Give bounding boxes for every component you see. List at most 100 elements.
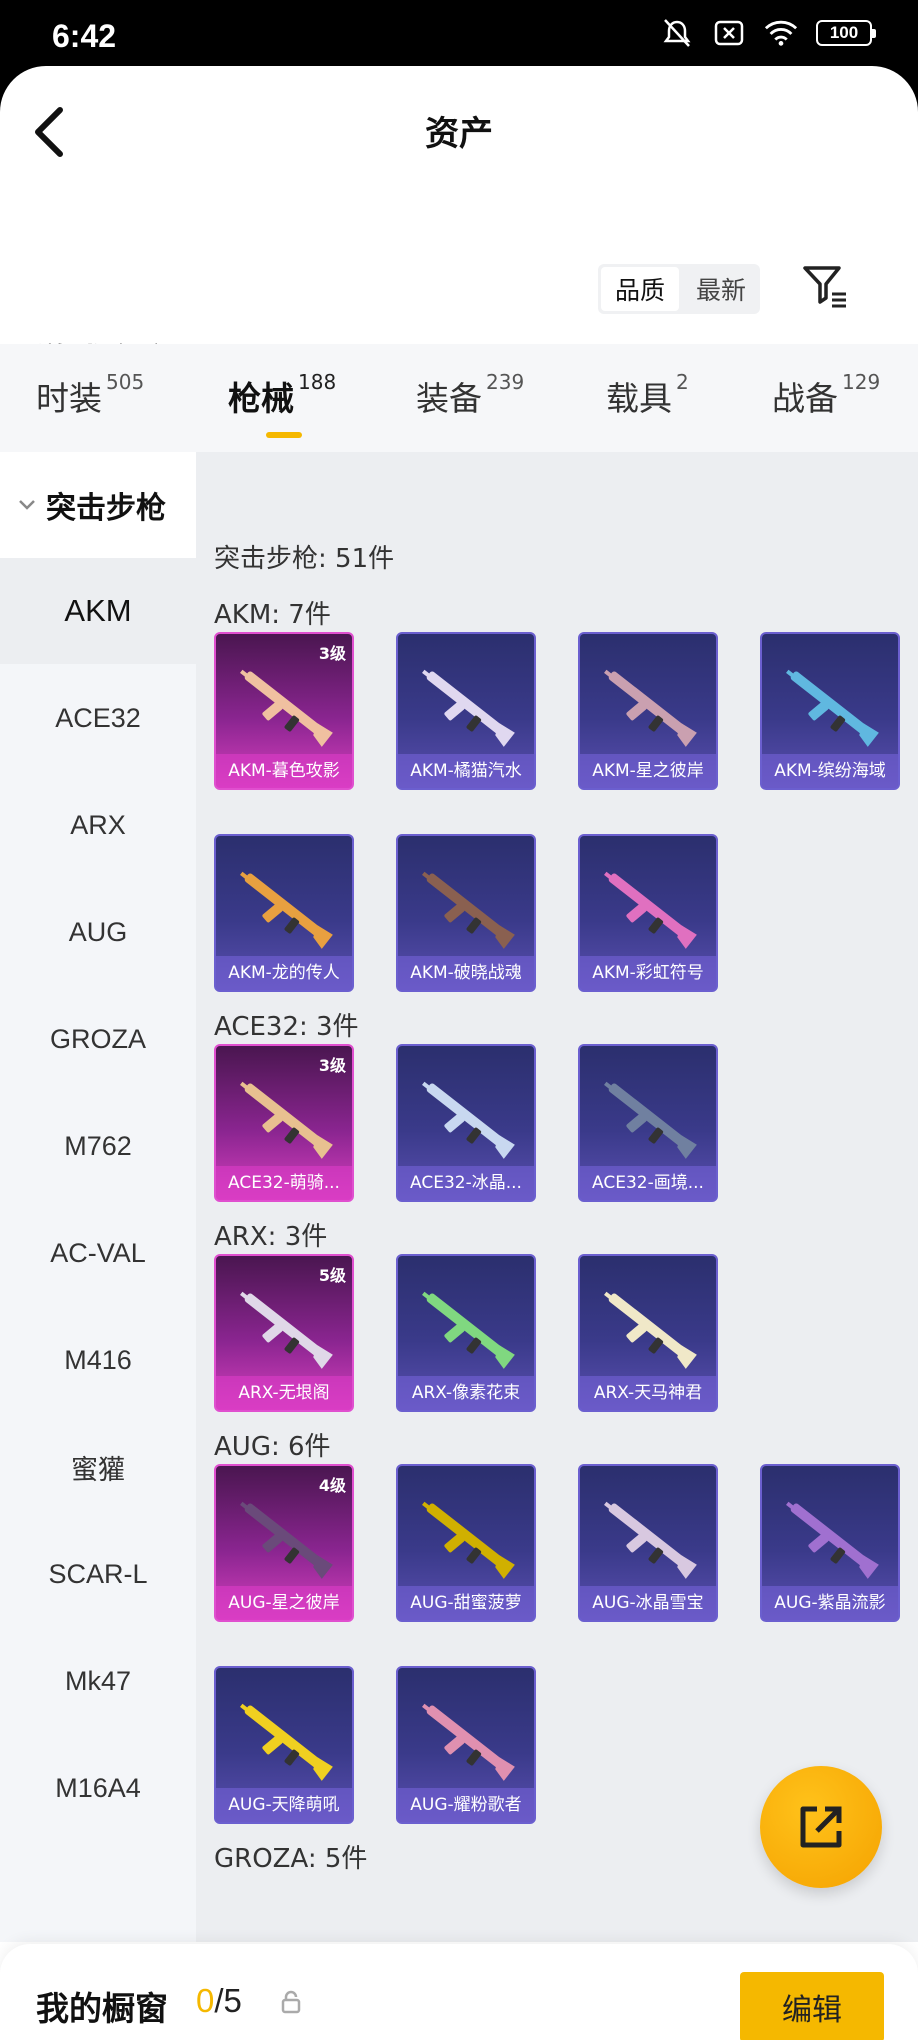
sidebar-item-m16a4[interactable]: M16A4	[0, 1735, 196, 1841]
weapon-card[interactable]: AKM-星之彼岸	[578, 632, 718, 790]
weapon-card[interactable]: AKM-缤纷海域	[760, 632, 900, 790]
rifle-icon	[422, 1291, 515, 1369]
tab-count: 129	[842, 370, 881, 394]
sidebar-item-ace32[interactable]: ACE32	[0, 665, 196, 771]
weapon-card[interactable]: AKM-橘猫汽水	[396, 632, 536, 790]
rifle-icon	[604, 1291, 697, 1369]
rifle-icon	[240, 1081, 333, 1159]
status-bar: 6:42 100	[0, 0, 918, 66]
level-badge: 3级	[318, 644, 346, 663]
showcase-bar: 我的橱窗 0/5 编辑	[0, 1944, 918, 2040]
weapon-card[interactable]: AKM-彩虹符号	[578, 834, 718, 992]
weapon-card[interactable]: AKM-破晓战魂	[396, 834, 536, 992]
rifle-icon	[604, 1501, 697, 1579]
rifle-icon	[786, 669, 879, 747]
weapon-name: AUG-星之彼岸	[216, 1586, 352, 1620]
weapon-name: AUG-甜蜜菠萝	[398, 1586, 534, 1620]
sidebar-item-akm[interactable]: AKM	[0, 558, 196, 664]
tab-count: 2	[676, 370, 689, 394]
weapon-card[interactable]: ACE32-冰晶...	[396, 1044, 536, 1202]
sidebar-item-m762[interactable]: M762	[0, 1093, 196, 1199]
sidebar-item-ac-val[interactable]: AC-VAL	[0, 1200, 196, 1306]
rifle-icon	[240, 1291, 333, 1369]
rifle-icon	[604, 871, 697, 949]
sidebar-item-groza[interactable]: GROZA	[0, 986, 196, 1092]
weapon-name: ACE32-画境...	[580, 1166, 716, 1200]
tab-supplies[interactable]: 战备 129	[772, 370, 881, 420]
level-badge: 4级	[318, 1476, 346, 1495]
weapon-card[interactable]: AUG-紫晶流影	[760, 1464, 900, 1622]
rifle-icon	[240, 669, 333, 747]
edit-button[interactable]: 编辑	[740, 1972, 884, 2040]
tab-equipment[interactable]: 装备 239	[416, 370, 525, 420]
sidebar-item-aug[interactable]: AUG	[0, 879, 196, 985]
category-tabs: 时装 505 枪械 188 装备 239 载具 2 战备 129	[0, 344, 918, 452]
weapon-card[interactable]: 4级 AUG-星之彼岸	[214, 1464, 354, 1622]
weapon-card[interactable]: ARX-天马神君	[578, 1254, 718, 1412]
tab-indicator	[266, 432, 302, 438]
tab-guns[interactable]: 枪械 188	[228, 370, 336, 420]
weapon-name: ACE32-萌骑...	[216, 1166, 352, 1200]
tab-vehicles[interactable]: 载具 2	[606, 370, 689, 420]
weapon-card[interactable]: AKM-龙的传人	[214, 834, 354, 992]
level-badge: 3级	[318, 1056, 346, 1075]
showcase-current: 0	[196, 1982, 215, 2019]
level-badge: 5级	[318, 1266, 346, 1285]
sort-quality-button[interactable]: 品质	[601, 267, 680, 311]
rifle-icon	[422, 871, 515, 949]
rifle-icon	[422, 1081, 515, 1159]
share-icon	[800, 1806, 842, 1848]
rifle-icon	[422, 1703, 515, 1781]
page-title: 资产	[425, 114, 493, 154]
rifle-icon	[786, 1501, 879, 1579]
weapon-name: ARX-无垠阁	[216, 1376, 352, 1410]
weapon-card[interactable]: 3级 ACE32-萌骑...	[214, 1044, 354, 1202]
tab-fashion[interactable]: 时装 505	[36, 370, 145, 420]
weapon-name: AKM-缤纷海域	[762, 754, 898, 788]
group-title: ARX: 3件	[214, 1222, 328, 1252]
rifle-icon	[240, 871, 333, 949]
weapon-grid: 突击步枪: 51件 AKM: 7件 3级 AKM-暮色攻影 AKM-橘猫汽水 AKM-星…	[196, 452, 918, 1942]
weapon-name: AKM-破晓战魂	[398, 956, 534, 990]
sidebar-group-assault-rifle[interactable]: 突击步枪	[0, 452, 196, 558]
weapon-name: ARX-天马神君	[580, 1376, 716, 1410]
weapon-name: AKM-龙的传人	[216, 956, 352, 990]
sidebar-item-arx[interactable]: ARX	[0, 772, 196, 878]
share-button[interactable]	[760, 1766, 882, 1888]
sidebar-item-m416[interactable]: M416	[0, 1307, 196, 1413]
weapon-card[interactable]: ARX-像素花束	[396, 1254, 536, 1412]
showcase-label: 我的橱窗	[36, 1989, 168, 2028]
weapon-name: AKM-彩虹符号	[580, 956, 716, 990]
sidebar-item-scar-l[interactable]: SCAR-L	[0, 1521, 196, 1627]
weapon-card[interactable]: AUG-耀粉歌者	[396, 1666, 536, 1824]
weapon-name: AUG-紫晶流影	[762, 1586, 898, 1620]
sidebar-item--[interactable]: 蜜獾	[0, 1414, 196, 1520]
tab-count: 505	[106, 370, 145, 394]
category-summary: 突击步枪: 51件	[214, 544, 395, 574]
wifi-icon	[764, 18, 798, 48]
sort-toggle: 品质 最新	[598, 264, 761, 314]
weapon-card[interactable]: AUG-冰晶雪宝	[578, 1464, 718, 1622]
weapon-name: AUG-耀粉歌者	[398, 1788, 534, 1822]
rifle-icon	[240, 1501, 333, 1579]
chevron-down-icon	[16, 494, 38, 516]
showcase-count: 0/5	[196, 1982, 242, 2020]
tab-count: 239	[486, 370, 525, 394]
weapon-card[interactable]: 3级 AKM-暮色攻影	[214, 632, 354, 790]
rifle-icon	[604, 1081, 697, 1159]
weapon-card[interactable]: AUG-甜蜜菠萝	[396, 1464, 536, 1622]
tab-label: 战备	[772, 379, 838, 418]
weapon-name: AKM-暮色攻影	[216, 754, 352, 788]
group-title: AKM: 7件	[214, 600, 331, 630]
weapon-card[interactable]: 5级 ARX-无垠阁	[214, 1254, 354, 1412]
status-time: 6:42	[52, 18, 117, 54]
weapon-card[interactable]: AUG-天降萌吼	[214, 1666, 354, 1824]
weapon-name: AUG-冰晶雪宝	[580, 1586, 716, 1620]
weapon-card[interactable]: ACE32-画境...	[578, 1044, 718, 1202]
filter-icon[interactable]	[800, 262, 850, 312]
weapon-sidebar: 突击步枪 AKM ACE32 ARX AUG GROZA M762 AC-VAL M416 蜜獾…	[0, 452, 196, 1942]
tab-label: 载具	[606, 379, 672, 418]
sort-latest-button[interactable]: 最新	[682, 264, 760, 314]
battery-icon: 100	[816, 20, 876, 46]
sidebar-item-mk47[interactable]: Mk47	[0, 1628, 196, 1734]
